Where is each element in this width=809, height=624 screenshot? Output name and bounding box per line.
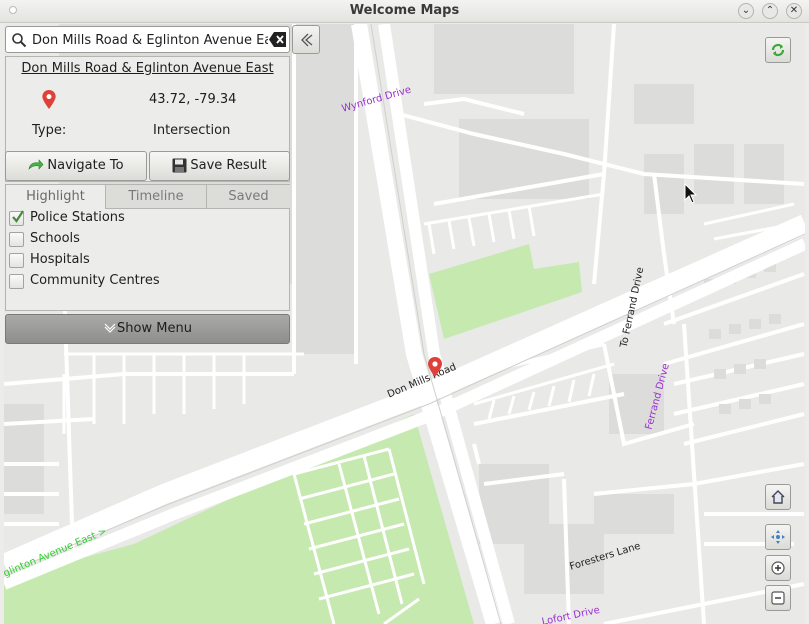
checkbox-box[interactable] bbox=[9, 210, 24, 226]
checkbox-box[interactable] bbox=[9, 232, 24, 247]
back-arrow-icon bbox=[301, 33, 313, 47]
refresh-icon bbox=[771, 43, 785, 57]
window-title: Welcome Maps bbox=[349, 3, 460, 18]
maximize-button[interactable]: ⌃ bbox=[762, 3, 778, 19]
navigate-to-button[interactable]: Navigate To bbox=[5, 151, 147, 181]
checkbox-label: Community Centres bbox=[30, 273, 160, 288]
location-pin-icon[interactable] bbox=[428, 357, 442, 377]
checkbox-box[interactable] bbox=[9, 274, 24, 289]
show-menu-button[interactable]: Show Menu bbox=[5, 314, 290, 344]
pan-button[interactable] bbox=[765, 524, 791, 550]
tab-highlight[interactable]: Highlight bbox=[6, 185, 106, 209]
close-button[interactable]: ✕ bbox=[786, 3, 802, 19]
chevron-down-icon bbox=[104, 323, 116, 333]
navigate-arrow-icon bbox=[28, 158, 44, 170]
zoom-out-button[interactable] bbox=[765, 585, 791, 611]
floppy-disk-icon bbox=[172, 158, 187, 173]
clear-icon[interactable] bbox=[269, 32, 286, 47]
search-input[interactable] bbox=[32, 30, 268, 50]
refresh-button[interactable] bbox=[765, 37, 791, 63]
highlight-panel: Highlight Timeline Saved Police Stations… bbox=[5, 184, 290, 311]
tab-saved[interactable]: Saved bbox=[207, 185, 290, 209]
save-label: Save Result bbox=[190, 158, 267, 173]
checkbox-box[interactable] bbox=[9, 253, 24, 268]
checkbox-label: Hospitals bbox=[30, 252, 90, 267]
result-type-value: Intersection bbox=[153, 123, 231, 138]
tab-timeline[interactable]: Timeline bbox=[106, 185, 207, 209]
zoom-in-icon bbox=[771, 561, 785, 575]
zoom-out-icon bbox=[771, 591, 785, 605]
back-button[interactable] bbox=[292, 25, 320, 54]
checkbox-label: Schools bbox=[30, 231, 80, 246]
search-box bbox=[5, 26, 290, 53]
minimize-button[interactable]: ⌄ bbox=[738, 3, 754, 19]
title-bar: Welcome Maps ⌄ ⌃ ✕ bbox=[0, 0, 809, 23]
show-menu-label: Show Menu bbox=[117, 321, 192, 336]
zoom-in-button[interactable] bbox=[765, 555, 791, 581]
home-icon bbox=[771, 490, 785, 504]
save-result-button[interactable]: Save Result bbox=[149, 151, 290, 181]
mouse-cursor-icon bbox=[684, 183, 698, 204]
location-pin-icon bbox=[42, 90, 56, 109]
checkbox-label: Police Stations bbox=[30, 210, 125, 225]
home-button[interactable] bbox=[765, 484, 791, 510]
navigate-label: Navigate To bbox=[47, 158, 124, 173]
result-type-label: Type: bbox=[32, 123, 67, 138]
result-title-link[interactable]: Don Mills Road & Eglinton Avenue East bbox=[6, 61, 289, 76]
search-icon bbox=[12, 33, 27, 48]
result-coordinates: 43.72, -79.34 bbox=[149, 92, 237, 107]
checkmark-icon bbox=[12, 210, 24, 223]
pan-icon bbox=[771, 530, 785, 544]
app-window: Welcome Maps ⌄ ⌃ ✕ Wynford Drive Don Mil… bbox=[0, 0, 809, 624]
